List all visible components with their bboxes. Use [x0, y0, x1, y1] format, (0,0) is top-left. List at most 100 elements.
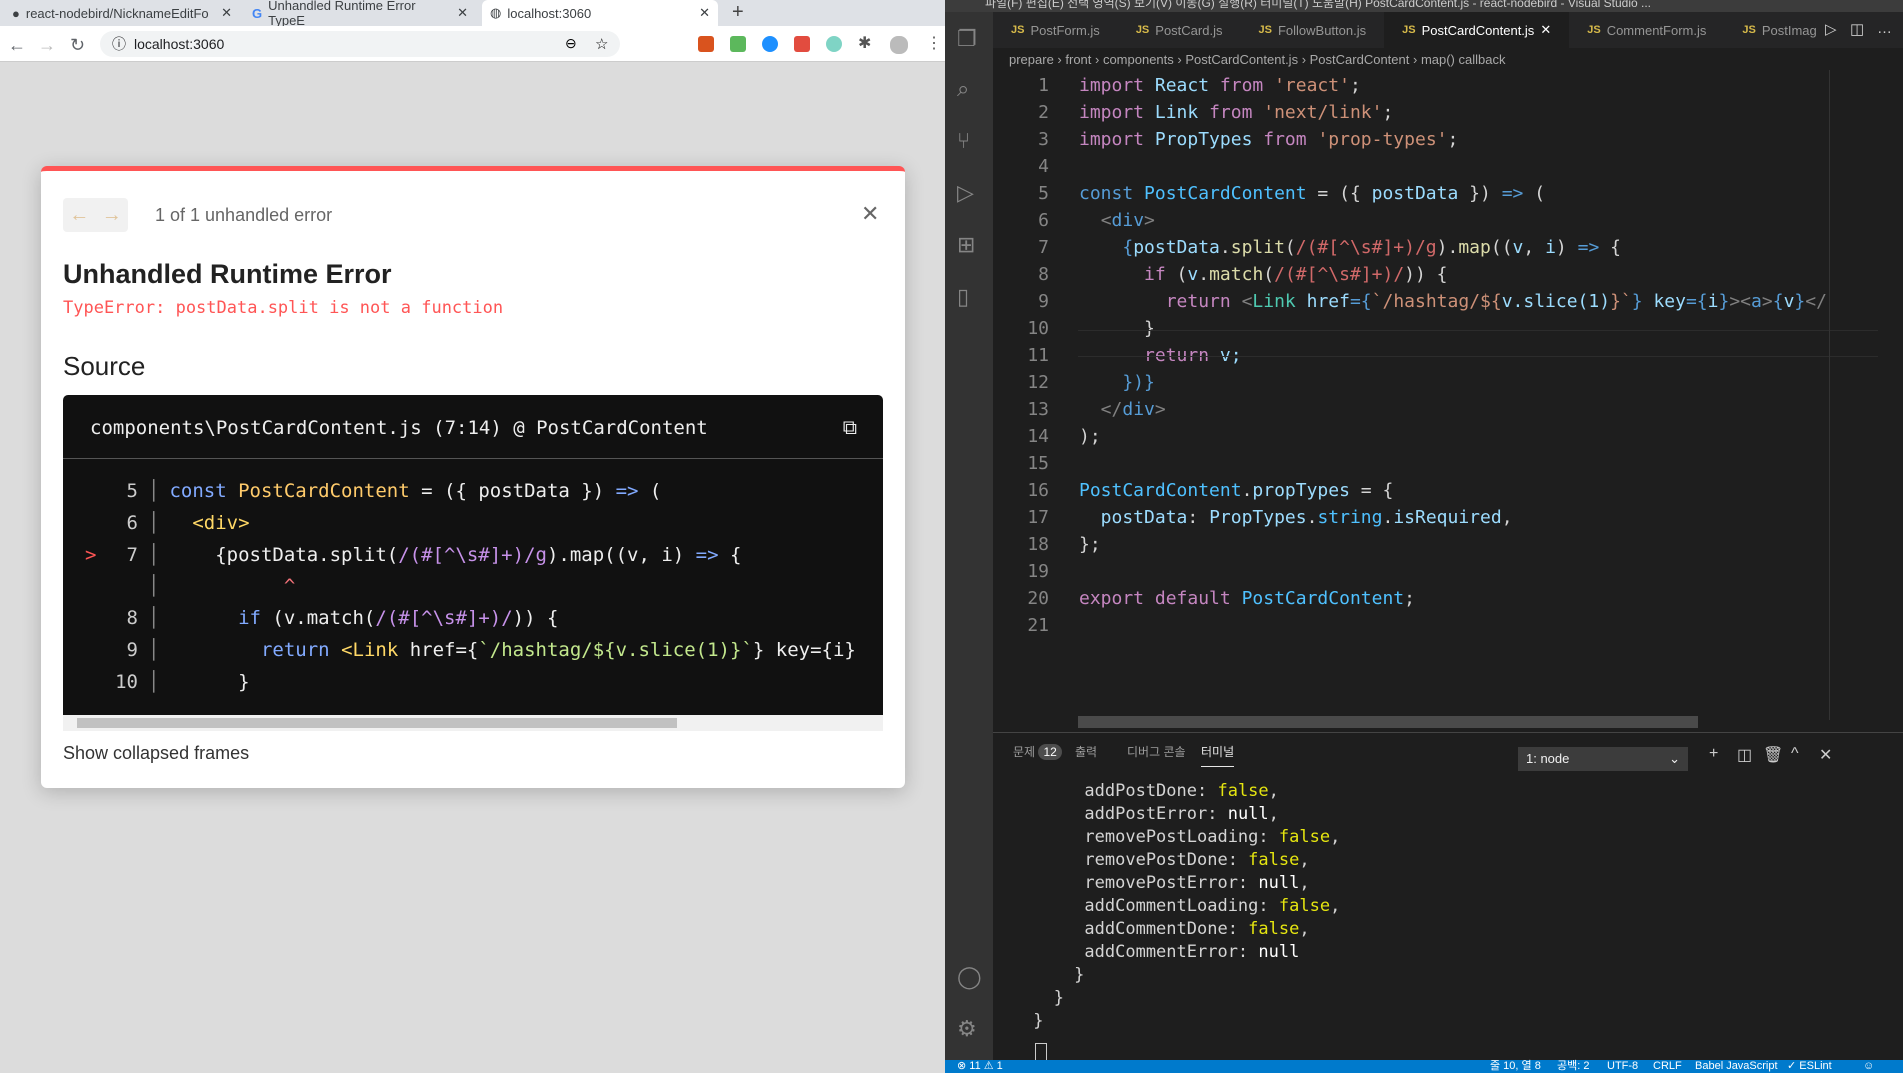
avatar[interactable]: [890, 36, 908, 54]
code-line[interactable]: 1 import React from 'react';: [993, 72, 1361, 99]
close-tab-icon[interactable]: ✕: [1540, 22, 1551, 38]
forward-icon[interactable]: →: [38, 35, 56, 56]
breadcrumb-item[interactable]: prepare: [1009, 52, 1054, 67]
address-bar[interactable]: ⓘ localhost:3060: [100, 31, 620, 57]
code-line[interactable]: 9 return <Link href={`/hashtag/${v.slice…: [993, 288, 1827, 315]
back-icon[interactable]: ←: [8, 35, 26, 56]
menu-icon[interactable]: ⋮: [926, 33, 942, 53]
split-editor-icon[interactable]: ◫: [1850, 20, 1864, 38]
indentation-status[interactable]: 공백: 2: [1557, 1060, 1589, 1072]
breadcrumb-item[interactable]: front: [1065, 52, 1091, 67]
breadcrumb-item[interactable]: PostCardContent.js: [1185, 52, 1298, 67]
browser-tab[interactable]: G Unhandled Runtime Error TypeE ✕: [244, 0, 476, 28]
close-tab-icon[interactable]: ✕: [221, 5, 232, 21]
explorer-icon[interactable]: ❐: [957, 26, 977, 52]
feedback-icon[interactable]: ☺: [1863, 1060, 1874, 1072]
zoom-icon[interactable]: ⊖: [565, 35, 577, 52]
code-line[interactable]: 16 PostCardContent.propTypes = {: [993, 477, 1393, 504]
breadcrumb-item[interactable]: map() callback: [1421, 52, 1506, 67]
code-line[interactable]: 8 if (v.match(/(#[^\s#]+)/)) {: [993, 261, 1447, 288]
star-icon[interactable]: ☆: [595, 35, 608, 53]
close-tab-icon[interactable]: ✕: [457, 5, 468, 21]
line-number: 12: [1027, 372, 1049, 393]
extension-icon[interactable]: [730, 36, 746, 52]
panel-tab-debug-console[interactable]: 디버그 콘솔: [1127, 743, 1186, 760]
code-line[interactable]: 5 const PostCardContent = ({ postData }) …: [993, 180, 1545, 207]
code-line[interactable]: 20 export default PostCardContent;: [993, 585, 1415, 612]
scrollbar-thumb[interactable]: [77, 718, 677, 728]
code-token: }: [1718, 291, 1730, 312]
editor-horizontal-scrollbar[interactable]: [1078, 716, 1698, 728]
settings-gear-icon[interactable]: ⚙: [957, 1016, 977, 1042]
source-control-icon[interactable]: ⑂: [957, 128, 970, 154]
code-line[interactable]: 18};: [993, 531, 1100, 558]
split-terminal-icon[interactable]: ◫: [1737, 745, 1752, 765]
more-icon[interactable]: …: [1877, 20, 1892, 37]
run-debug-icon[interactable]: ▷: [957, 180, 974, 206]
eslint-status[interactable]: ✓ ESLint: [1787, 1060, 1832, 1072]
code-line[interactable]: 7 {postData.split(/(#[^\s#]+)/g).map((v,…: [993, 234, 1621, 261]
cursor-position[interactable]: 줄 10, 열 8: [1490, 1060, 1541, 1072]
browser-tab-active[interactable]: ◍ localhost:3060 ✕: [482, 0, 718, 26]
horizontal-scrollbar[interactable]: [63, 715, 883, 731]
search-icon[interactable]: ⌕: [957, 76, 969, 102]
terminal-select[interactable]: 1: node ⌄: [1518, 747, 1688, 771]
code-line[interactable]: 13 </div>: [993, 396, 1165, 423]
code-line[interactable]: 21: [993, 612, 1079, 639]
editor-tab[interactable]: JS PostImag: [1724, 12, 1834, 48]
code-line[interactable]: 14);: [993, 423, 1100, 450]
external-link-icon[interactable]: ⧉: [843, 415, 857, 439]
close-panel-icon[interactable]: ✕: [1819, 745, 1832, 765]
menu-bar[interactable]: 파일(F) 편집(E) 선택 영역(S) 보기(V) 이동(G) 실행(R) 터…: [945, 0, 1903, 12]
minimap[interactable]: [1829, 70, 1899, 720]
breadcrumb-item[interactable]: PostCardContent: [1310, 52, 1410, 67]
code-token: (: [1263, 264, 1275, 285]
code-token: PropTypes: [1144, 129, 1264, 150]
extension-icon[interactable]: [698, 36, 714, 52]
extension-icon[interactable]: [794, 36, 810, 52]
extensions-icon[interactable]: ⊞: [957, 232, 975, 258]
trash-icon[interactable]: 🗑: [1763, 745, 1783, 765]
panel-tab-output[interactable]: 출력: [1075, 743, 1097, 760]
code-line[interactable]: 2 import Link from 'next/link';: [993, 99, 1393, 126]
run-icon[interactable]: ▷: [1825, 20, 1837, 38]
reload-icon[interactable]: ↻: [70, 35, 85, 56]
prev-error-icon[interactable]: ←: [63, 198, 96, 232]
problems-status[interactable]: ⊗ 11 ⚠ 1: [957, 1060, 1003, 1072]
code-line[interactable]: 6 <div>: [993, 207, 1155, 234]
code-line[interactable]: 3 import PropTypes from 'prop-types';: [993, 126, 1458, 153]
next-error-icon[interactable]: →: [96, 198, 129, 232]
close-tab-icon[interactable]: ✕: [699, 5, 710, 21]
editor-tab[interactable]: JS PostCardContent.js ✕: [1384, 12, 1570, 48]
code-line[interactable]: 12 })}: [993, 369, 1155, 396]
new-tab-button[interactable]: +: [732, 1, 744, 24]
remote-icon[interactable]: ▯: [957, 284, 969, 310]
code-line[interactable]: 4: [993, 153, 1079, 180]
editor-tab[interactable]: JS PostCard.js: [1118, 12, 1241, 48]
code-token: }: [169, 671, 250, 693]
new-terminal-icon[interactable]: +: [1709, 745, 1718, 763]
puzzle-icon[interactable]: ✱: [858, 33, 871, 53]
code-token: }: [1023, 1011, 1044, 1031]
source-file-link[interactable]: components\PostCardContent.js (7:14) @ P…: [63, 395, 883, 459]
maximize-panel-icon[interactable]: ^: [1791, 745, 1799, 763]
code-line[interactable]: 17 postData: PropTypes.string.isRequired…: [993, 504, 1512, 531]
editor-tab[interactable]: JS PostForm.js: [993, 12, 1118, 48]
extension-icon[interactable]: [826, 36, 842, 52]
panel-tab-terminal[interactable]: 터미널: [1201, 743, 1235, 767]
code-line[interactable]: 19: [993, 558, 1079, 585]
show-collapsed-frames-button[interactable]: Show collapsed frames: [63, 743, 249, 764]
eol-status[interactable]: CRLF: [1653, 1060, 1682, 1072]
code-line[interactable]: 15: [993, 450, 1079, 477]
browser-tab[interactable]: ● react-nodebird/NicknameEditFo ✕: [4, 0, 240, 26]
extension-icon[interactable]: [762, 36, 778, 52]
breadcrumb-item[interactable]: components: [1103, 52, 1174, 67]
code-token: import: [1079, 129, 1145, 150]
account-icon[interactable]: ◯: [957, 964, 982, 990]
editor-tab[interactable]: JS FollowButton.js: [1240, 12, 1384, 48]
encoding-status[interactable]: UTF-8: [1607, 1060, 1638, 1072]
close-icon[interactable]: ✕: [861, 201, 879, 227]
language-mode[interactable]: Babel JavaScript: [1695, 1060, 1778, 1072]
panel-tab-problems[interactable]: 문제 12: [1013, 743, 1062, 760]
editor-tab[interactable]: JS CommentForm.js: [1569, 12, 1724, 48]
